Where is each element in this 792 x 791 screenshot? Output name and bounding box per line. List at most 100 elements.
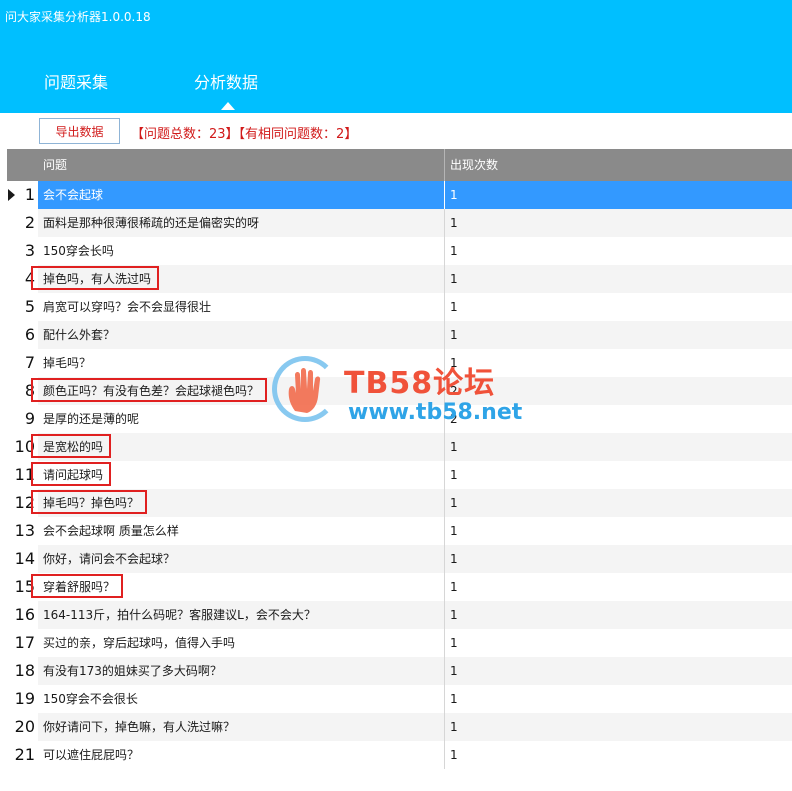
table-row[interactable]: 18 有没有173的姐妹买了多大码啊？ 1 bbox=[7, 657, 792, 685]
count-cell[interactable]: 1 bbox=[445, 545, 792, 573]
row-number: 13 bbox=[14, 521, 35, 540]
count-cell[interactable]: 1 bbox=[445, 265, 792, 293]
row-header[interactable]: 14 bbox=[7, 545, 38, 573]
table-row[interactable]: 1 会不会起球 1 bbox=[7, 181, 792, 209]
table-row[interactable]: 14 你好，请问会不会起球？ 1 bbox=[7, 545, 792, 573]
count-cell[interactable]: 1 bbox=[445, 741, 792, 769]
row-header[interactable]: 10 bbox=[7, 433, 38, 461]
count-cell[interactable]: 1 bbox=[445, 461, 792, 489]
question-cell[interactable]: 请问起球吗 bbox=[38, 461, 445, 489]
question-cell[interactable]: 会不会起球 bbox=[38, 181, 445, 209]
count-cell[interactable]: 1 bbox=[445, 489, 792, 517]
table-row[interactable]: 9 是厚的还是薄的呢 2 bbox=[7, 405, 792, 433]
question-cell[interactable]: 配什么外套？ bbox=[38, 321, 445, 349]
question-cell[interactable]: 掉毛吗？掉色吗？ bbox=[38, 489, 445, 517]
question-cell[interactable]: 是宽松的吗 bbox=[38, 433, 445, 461]
export-data-button[interactable]: 导出数据 bbox=[39, 118, 120, 144]
row-header[interactable]: 15 bbox=[7, 573, 38, 601]
current-row-pointer-icon bbox=[8, 189, 15, 201]
question-cell[interactable]: 可以遮住屁屁吗？ bbox=[38, 741, 445, 769]
question-cell[interactable]: 有没有173的姐妹买了多大码啊？ bbox=[38, 657, 445, 685]
row-header[interactable]: 11 bbox=[7, 461, 38, 489]
table-row[interactable]: 5 肩宽可以穿吗？会不会显得很壮 1 bbox=[7, 293, 792, 321]
question-cell[interactable]: 你好，请问会不会起球？ bbox=[38, 545, 445, 573]
row-header[interactable]: 16 bbox=[7, 601, 38, 629]
column-header-question[interactable]: 问题 bbox=[38, 149, 445, 181]
row-number: 3 bbox=[24, 241, 35, 260]
table-row[interactable]: 3 150穿会长吗 1 bbox=[7, 237, 792, 265]
row-header[interactable]: 5 bbox=[7, 293, 38, 321]
row-header[interactable]: 21 bbox=[7, 741, 38, 769]
row-header[interactable]: 4 bbox=[7, 265, 38, 293]
row-header[interactable]: 1 bbox=[7, 181, 38, 209]
count-cell[interactable]: 1 bbox=[445, 433, 792, 461]
count-cell[interactable]: 1 bbox=[445, 601, 792, 629]
question-cell[interactable]: 颜色正吗？有没有色差？会起球褪色吗？ bbox=[38, 377, 445, 405]
count-cell[interactable]: 1 bbox=[445, 657, 792, 685]
count-cell[interactable]: 1 bbox=[445, 349, 792, 377]
row-header[interactable]: 6 bbox=[7, 321, 38, 349]
table-row[interactable]: 16 164-113斤，拍什么码呢？客服建议L，会不会大？ 1 bbox=[7, 601, 792, 629]
count-cell[interactable]: 1 bbox=[445, 629, 792, 657]
row-header[interactable]: 18 bbox=[7, 657, 38, 685]
count-cell[interactable]: 1 bbox=[445, 517, 792, 545]
row-number: 18 bbox=[14, 661, 35, 680]
row-header[interactable]: 7 bbox=[7, 349, 38, 377]
tab-analyze[interactable]: 分析数据 bbox=[194, 69, 258, 93]
tab-collect[interactable]: 问题采集 bbox=[44, 69, 108, 93]
count-cell[interactable]: 1 bbox=[445, 209, 792, 237]
question-cell[interactable]: 肩宽可以穿吗？会不会显得很壮 bbox=[38, 293, 445, 321]
app-header: 问大家采集分析器1.0.0.18 问题采集 分析数据 bbox=[0, 0, 792, 113]
stats-summary: 【问题总数：23】【有相同问题数：2】 bbox=[131, 127, 358, 142]
row-number: 9 bbox=[24, 409, 35, 428]
row-header[interactable]: 2 bbox=[7, 209, 38, 237]
question-cell[interactable]: 会不会起球啊 质量怎么样 bbox=[38, 517, 445, 545]
question-cell[interactable]: 穿着舒服吗？ bbox=[38, 573, 445, 601]
table-row[interactable]: 12 掉毛吗？掉色吗？ 1 bbox=[7, 489, 792, 517]
table-row[interactable]: 17 买过的亲，穿后起球吗，值得入手吗 1 bbox=[7, 629, 792, 657]
table-row[interactable]: 13 会不会起球啊 质量怎么样 1 bbox=[7, 517, 792, 545]
table-row[interactable]: 10 是宽松的吗 1 bbox=[7, 433, 792, 461]
count-cell[interactable]: 2 bbox=[445, 405, 792, 433]
row-header[interactable]: 8 bbox=[7, 377, 38, 405]
question-cell[interactable]: 面料是那种很薄很稀疏的还是偏密实的呀 bbox=[38, 209, 445, 237]
table-row[interactable]: 4 掉色吗，有人洗过吗 1 bbox=[7, 265, 792, 293]
table-row[interactable]: 2 面料是那种很薄很稀疏的还是偏密实的呀 1 bbox=[7, 209, 792, 237]
toolbar: 导出数据 【问题总数：23】【有相同问题数：2】 bbox=[0, 113, 792, 149]
question-cell[interactable]: 150穿会不会很长 bbox=[38, 685, 445, 713]
question-cell[interactable]: 掉色吗，有人洗过吗 bbox=[38, 265, 445, 293]
table-row[interactable]: 8 颜色正吗？有没有色差？会起球褪色吗？ 2 bbox=[7, 377, 792, 405]
question-cell[interactable]: 买过的亲，穿后起球吗，值得入手吗 bbox=[38, 629, 445, 657]
question-cell[interactable]: 164-113斤，拍什么码呢？客服建议L，会不会大？ bbox=[38, 601, 445, 629]
row-header[interactable]: 3 bbox=[7, 237, 38, 265]
row-number: 1 bbox=[24, 185, 35, 204]
count-cell[interactable]: 1 bbox=[445, 181, 792, 209]
count-cell[interactable]: 1 bbox=[445, 321, 792, 349]
table-row[interactable]: 11 请问起球吗 1 bbox=[7, 461, 792, 489]
count-cell[interactable]: 1 bbox=[445, 237, 792, 265]
table-row[interactable]: 15 穿着舒服吗？ 1 bbox=[7, 573, 792, 601]
count-cell[interactable]: 1 bbox=[445, 685, 792, 713]
table-row[interactable]: 21 可以遮住屁屁吗？ 1 bbox=[7, 741, 792, 769]
table-row[interactable]: 19 150穿会不会很长 1 bbox=[7, 685, 792, 713]
row-header[interactable]: 12 bbox=[7, 489, 38, 517]
row-header[interactable]: 9 bbox=[7, 405, 38, 433]
count-cell[interactable]: 1 bbox=[445, 573, 792, 601]
row-header[interactable]: 13 bbox=[7, 517, 38, 545]
row-number: 11 bbox=[14, 465, 35, 484]
question-cell[interactable]: 150穿会长吗 bbox=[38, 237, 445, 265]
column-header-count[interactable]: 出现次数 bbox=[445, 149, 792, 181]
row-header[interactable]: 19 bbox=[7, 685, 38, 713]
question-cell[interactable]: 是厚的还是薄的呢 bbox=[38, 405, 445, 433]
table-row[interactable]: 7 掉毛吗？ 1 bbox=[7, 349, 792, 377]
table-row[interactable]: 6 配什么外套？ 1 bbox=[7, 321, 792, 349]
count-cell[interactable]: 1 bbox=[445, 293, 792, 321]
count-cell[interactable]: 1 bbox=[445, 713, 792, 741]
question-cell[interactable]: 掉毛吗？ bbox=[38, 349, 445, 377]
count-cell[interactable]: 2 bbox=[445, 377, 792, 405]
row-number: 14 bbox=[14, 549, 35, 568]
row-header[interactable]: 17 bbox=[7, 629, 38, 657]
question-cell[interactable]: 你好请问下，掉色嘛，有人洗过嘛？ bbox=[38, 713, 445, 741]
row-header[interactable]: 20 bbox=[7, 713, 38, 741]
table-row[interactable]: 20 你好请问下，掉色嘛，有人洗过嘛？ 1 bbox=[7, 713, 792, 741]
